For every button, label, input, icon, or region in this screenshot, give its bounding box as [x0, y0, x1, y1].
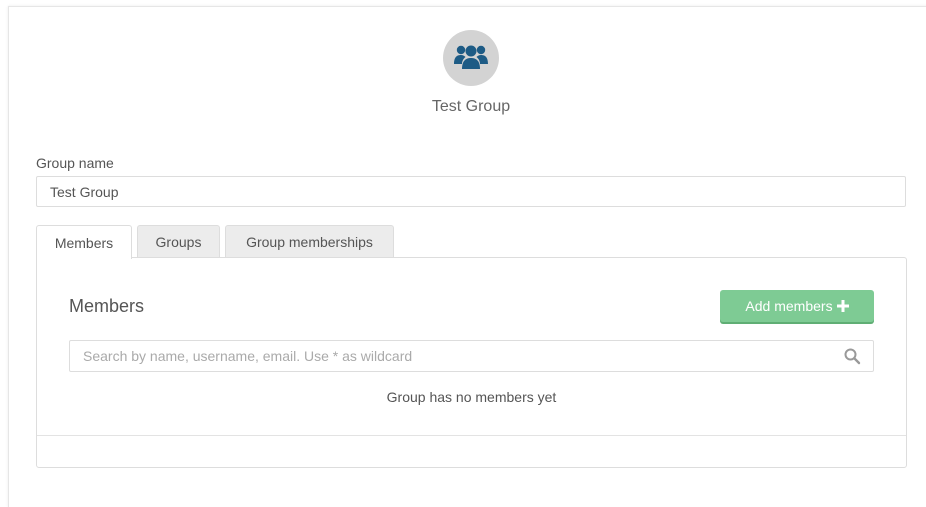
group-name-label: Group name [36, 155, 114, 171]
add-members-label: Add members [745, 298, 833, 314]
group-title: Test Group [431, 98, 511, 115]
users-group-icon [454, 45, 488, 69]
add-members-button[interactable]: Add members [720, 290, 874, 322]
tab-label: Members [54, 234, 114, 251]
plus-icon [836, 300, 849, 312]
tab-groups[interactable]: Groups [137, 225, 220, 258]
divider [37, 435, 906, 436]
members-tab-content: Members Add members Group has no members… [36, 257, 907, 468]
tab-group-memberships[interactable]: Group memberships [225, 225, 394, 258]
member-search-input[interactable] [69, 340, 874, 372]
tab-label: Group memberships [246, 234, 373, 250]
group-name-input[interactable] [36, 176, 906, 207]
search-icon[interactable] [843, 347, 861, 365]
members-heading: Members [69, 296, 145, 316]
group-avatar [443, 30, 499, 86]
tab-members[interactable]: Members [36, 225, 132, 259]
tab-label: Groups [155, 234, 202, 250]
empty-members-message: Group has no members yet [386, 389, 557, 405]
